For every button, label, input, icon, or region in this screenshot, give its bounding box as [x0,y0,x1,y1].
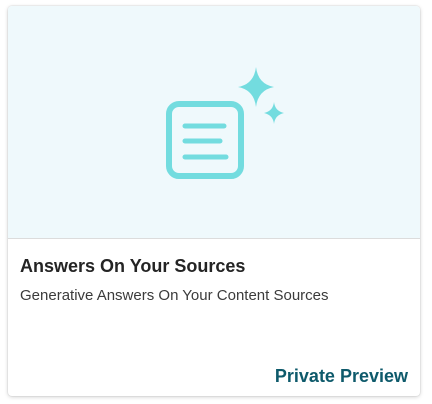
card-hero-image [8,6,420,239]
answers-on-your-sources-card[interactable]: Answers On Your Sources Generative Answe… [8,6,420,396]
card-subtitle: Generative Answers On Your Content Sourc… [20,287,329,304]
card-title: Answers On Your Sources [20,256,246,276]
document-sparkle-icon [166,67,284,179]
status-label: Private Preview [274,366,408,386]
